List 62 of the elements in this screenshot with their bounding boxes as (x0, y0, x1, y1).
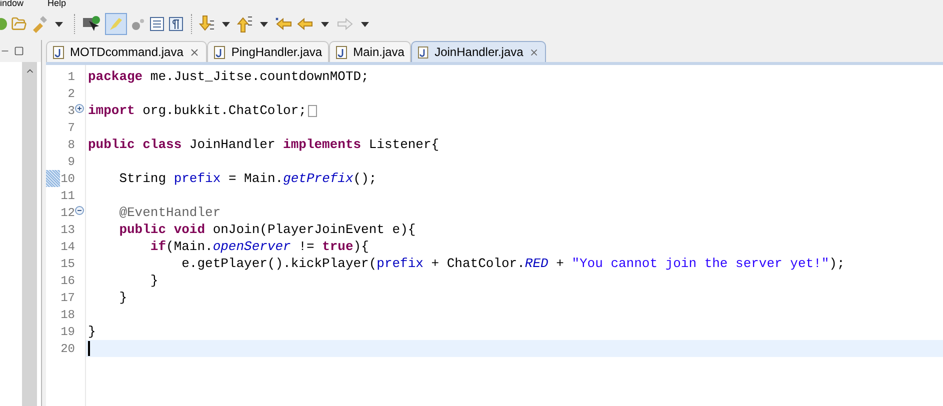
up-arrow-icon[interactable] (237, 15, 253, 33)
text-cursor (88, 341, 90, 356)
expand-icon[interactable] (75, 104, 84, 113)
code-line: public class JoinHandler implements Listener{ (88, 136, 440, 153)
line-number: 10 (60, 170, 75, 188)
close-icon[interactable] (529, 46, 540, 58)
line-number: 9 (68, 154, 75, 170)
tab-label: Main.java (353, 44, 404, 61)
line-number: 17 (60, 290, 75, 306)
line-number: 8 (68, 136, 75, 154)
line-number: 7 (68, 120, 75, 136)
list-icon[interactable] (149, 16, 165, 32)
code-line: e.getPlayer().kickPlayer(prefix + ChatColor.RED + "You cannot join the server yet!"); (180, 255, 845, 272)
tab-label: MOTDcommand.java (70, 44, 184, 61)
line-number: 14 (60, 238, 75, 256)
brush-icon (108, 16, 124, 32)
line-number: 3 (68, 102, 75, 120)
down-arrow-icon[interactable] (199, 15, 215, 33)
collapse-icon[interactable] (75, 206, 84, 215)
code-line: } (149, 272, 158, 289)
java-file-icon (336, 46, 348, 58)
maximize-icon[interactable] (14, 46, 24, 56)
run-cursor-icon[interactable] (82, 15, 102, 33)
editor-tab[interactable]: PingHandler.java (207, 41, 330, 62)
line-number: 15 (60, 256, 75, 272)
line-number: 16 (60, 272, 75, 290)
dropdown-caret-icon[interactable] (260, 22, 268, 26)
back-arrow-icon[interactable] (296, 17, 314, 31)
line-number: 18 (60, 306, 75, 324)
line-number: 20 (60, 340, 75, 358)
highlight-toggle-button[interactable] (105, 13, 127, 35)
editor-tab[interactable]: Main.java (329, 41, 412, 62)
scrollbar[interactable] (22, 62, 37, 406)
line-number: 1 (68, 68, 75, 86)
code-line: @EventHandler (118, 204, 221, 221)
line-number: 13 (60, 222, 75, 238)
folded-code-marker[interactable] (308, 104, 318, 116)
code-line: if(Main.openServer != true){ (149, 238, 369, 255)
java-file-icon (214, 46, 226, 58)
code-line: public void onJoin(PlayerJoinEvent e){ (118, 221, 416, 238)
code-line: package me.Just_Jitse.countdownMOTD; (88, 68, 369, 85)
editor-tab[interactable]: MOTDcommand.java (46, 41, 208, 62)
code-line: } (118, 289, 128, 306)
line-number: 11 (60, 188, 75, 204)
code-line: import org.bukkit.ChatColor; (88, 102, 306, 119)
pilcrow-icon[interactable] (168, 16, 184, 32)
close-icon[interactable] (189, 46, 200, 58)
dropdown-caret-icon[interactable] (222, 22, 230, 26)
code-line: } (88, 323, 96, 340)
line-number: 12 (60, 204, 75, 222)
dropdown-caret-icon[interactable] (55, 22, 63, 26)
line-number: 2 (68, 86, 75, 102)
java-file-icon (53, 46, 64, 58)
java-file-icon (418, 46, 429, 58)
code-line: String prefix = Main.getPrefix(); (118, 170, 377, 187)
dropdown-caret-icon[interactable] (361, 22, 369, 26)
tab-label: JoinHandler.java (434, 44, 524, 61)
back-arrow-star-icon[interactable] (275, 17, 293, 31)
line-number: 19 (60, 324, 75, 340)
editor-tab[interactable]: JoinHandler.java (411, 41, 546, 62)
tab-label: PingHandler.java (231, 44, 322, 61)
dropdown-caret-icon[interactable] (321, 22, 329, 26)
